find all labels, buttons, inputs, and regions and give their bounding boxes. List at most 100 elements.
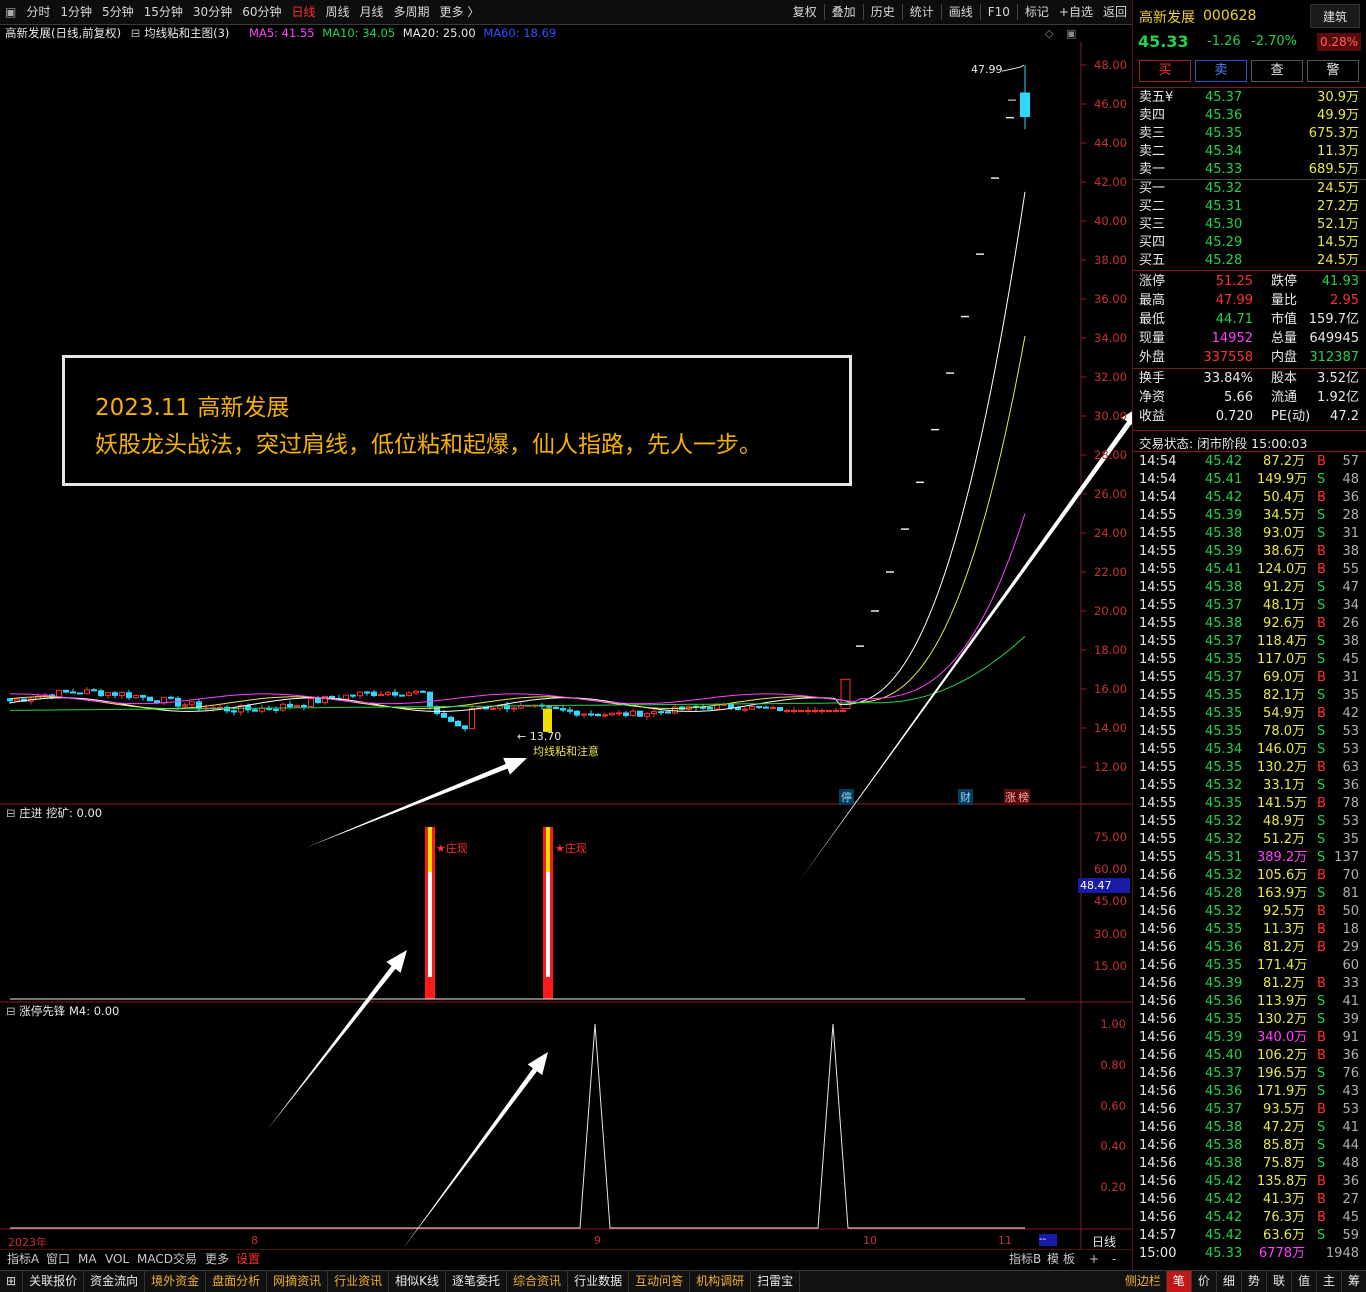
tick-price: 45.31 [1205, 850, 1243, 865]
bottom-tab-news[interactable]: 网摘资讯 [267, 1270, 329, 1292]
zoom-in-button[interactable]: + [1089, 1250, 1099, 1268]
tick-price: 45.35 [1205, 796, 1243, 811]
finance-badge[interactable]: 财 [958, 789, 973, 805]
sub1-title[interactable]: 庄进 挖矿: 0.00 [19, 806, 102, 820]
bottom-tab-scan[interactable]: 扫雷宝 [751, 1270, 801, 1292]
tick-price: 45.36 [1205, 1084, 1243, 1099]
history-button[interactable]: 历史 [866, 0, 900, 24]
side-tab-chips[interactable]: 筹 [1342, 1271, 1366, 1292]
period-tab-fenshi[interactable]: 分时 [21, 0, 55, 24]
tick-row: 14:56 45.38 85.8万 S 44 [1133, 1137, 1366, 1155]
period-tab-15min[interactable]: 15分钟 [139, 0, 188, 24]
bottom-tab-foreign[interactable]: 境外资金 [145, 1270, 207, 1292]
draw-button[interactable]: 画线 [944, 0, 978, 24]
bottom-tab-analysis[interactable]: 盘面分析 [206, 1270, 268, 1292]
candlestick-chart[interactable] [0, 42, 1132, 1249]
f10-button[interactable]: F10 [983, 0, 1015, 24]
indicator-dropdown-icon[interactable]: ⊟ [131, 26, 141, 40]
period-tab-monthly[interactable]: 月线 [355, 0, 389, 24]
period-tab-more[interactable]: 更多 〉 [435, 0, 485, 24]
ask-label: 卖五¥ [1139, 90, 1174, 105]
sub2-title[interactable]: 涨停先锋 M4: 0.00 [19, 1004, 119, 1018]
mark-button[interactable]: 标记 [1020, 0, 1054, 24]
limit-badge[interactable]: 涨 [1004, 789, 1017, 805]
alert-button[interactable]: 警 [1307, 60, 1359, 82]
tick-price: 45.42 [1205, 1192, 1243, 1207]
sector-button[interactable]: 建筑 [1310, 4, 1360, 28]
period-tab-multi[interactable]: 多周期 [389, 0, 435, 24]
side-tab-linked[interactable]: 联 [1267, 1270, 1292, 1292]
bottom-tab-industry-news[interactable]: 行业资讯 [328, 1270, 390, 1292]
period-tab-60min[interactable]: 60分钟 [237, 0, 286, 24]
side-tab-detail[interactable]: 细 [1217, 1270, 1242, 1292]
board-tab[interactable]: 板 [1063, 1250, 1075, 1268]
window-tab[interactable]: 窗口 [46, 1250, 70, 1268]
tick-volume: 340.0万 [1257, 1030, 1308, 1045]
side-tab-trades[interactable]: 笔 [1166, 1270, 1192, 1292]
bottom-tab-qa[interactable]: 互动问答 [629, 1270, 691, 1292]
home-icon[interactable]: ⊞ [0, 1270, 24, 1292]
bottom-tab-industry-data[interactable]: 行业数据 [568, 1270, 630, 1292]
add-watchlist-button[interactable]: +自选 [1054, 0, 1098, 24]
back-button[interactable]: 返回 [1098, 0, 1132, 24]
tick-time: 14:56 [1139, 1102, 1177, 1117]
query-button[interactable]: 查 [1251, 60, 1303, 82]
vol-tab[interactable]: VOL [105, 1250, 129, 1268]
window-icon[interactable]: ▣ [0, 0, 21, 24]
candle-body [777, 707, 783, 711]
stats-button[interactable]: 统计 [905, 0, 939, 24]
bottom-tab-orders[interactable]: 逐笔委托 [446, 1270, 508, 1292]
maximize-icon[interactable]: ▣ [1066, 27, 1076, 40]
tick-volume: 85.8万 [1263, 1138, 1305, 1153]
suspend-badge[interactable]: 停 [839, 789, 854, 805]
indicator-dropdown-icon[interactable]: ⊟ [6, 806, 16, 820]
side-tab-price[interactable]: 价 [1192, 1270, 1217, 1292]
bottom-tab-similar-k[interactable]: 相似K线 [389, 1270, 447, 1292]
bottom-tab-capital-flow[interactable]: 资金流向 [84, 1270, 146, 1292]
tick-price: 45.28 [1205, 886, 1243, 901]
overlay-button[interactable]: 叠加 [827, 0, 861, 24]
zoom-out-button[interactable]: - [1112, 1250, 1116, 1268]
bottom-tab-related[interactable]: 关联报价 [23, 1270, 85, 1292]
tick-count: 36 [1342, 1048, 1359, 1063]
period-tab-weekly[interactable]: 周线 [321, 0, 355, 24]
tick-count: 76 [1342, 1066, 1359, 1081]
indicator-dropdown-icon[interactable]: ⊟ [6, 1004, 16, 1018]
indicator-a-tab[interactable]: 指标A [7, 1250, 39, 1268]
tick-price: 45.41 [1205, 472, 1243, 487]
macd-tab[interactable]: MACD交易 [137, 1250, 197, 1268]
signal-candle [543, 708, 552, 732]
sidebar-toggle[interactable]: 侧边栏 [1119, 1270, 1167, 1292]
stat-value: 649945 [1309, 331, 1359, 346]
bottom-tab-research[interactable]: 机构调研 [690, 1270, 752, 1292]
adjust-button[interactable]: 复权 [788, 0, 822, 24]
collapse-icon[interactable]: ◇ [1045, 27, 1053, 40]
period-tab-30min[interactable]: 30分钟 [188, 0, 237, 24]
billboard-badge[interactable]: 榜 [1017, 789, 1030, 805]
more-tab[interactable]: 更多 [205, 1250, 229, 1268]
period-tab-5min[interactable]: 5分钟 [97, 0, 139, 24]
tick-volume: 54.9万 [1263, 706, 1305, 721]
bottom-tab-info[interactable]: 综合资讯 [507, 1270, 569, 1292]
settings-tab[interactable]: 设置 [236, 1250, 260, 1268]
period-tab-daily[interactable]: 日线 [286, 0, 320, 24]
buy-button[interactable]: 买 [1139, 60, 1191, 82]
sub2-header: ⊟ 涨停先锋 M4: 0.00 [6, 1003, 119, 1019]
candle-body [112, 692, 118, 696]
side-tab-trend[interactable]: 势 [1242, 1270, 1267, 1292]
side-tab-value[interactable]: 值 [1292, 1270, 1317, 1292]
tick-count: 38 [1342, 544, 1359, 559]
bid-volume: 24.5万 [1317, 253, 1359, 268]
tick-time: 14:56 [1139, 1066, 1177, 1081]
axis-tick-label: 36.00 [1094, 292, 1127, 306]
side-tab-main[interactable]: 主 [1317, 1270, 1342, 1292]
template-tab[interactable]: 模 [1047, 1250, 1059, 1268]
indicator-name[interactable]: 均线粘和主图(3) [144, 26, 229, 40]
tick-price: 45.38 [1205, 526, 1243, 541]
ma-tab[interactable]: MA [78, 1250, 97, 1268]
indicator-b-tab[interactable]: 指标B [1009, 1250, 1041, 1268]
period-tab-1min[interactable]: 1分钟 [55, 0, 97, 24]
arrow-to-signal-1 [267, 950, 407, 1130]
sell-button[interactable]: 卖 [1195, 60, 1247, 82]
stat-value: 159.7亿 [1308, 312, 1359, 327]
